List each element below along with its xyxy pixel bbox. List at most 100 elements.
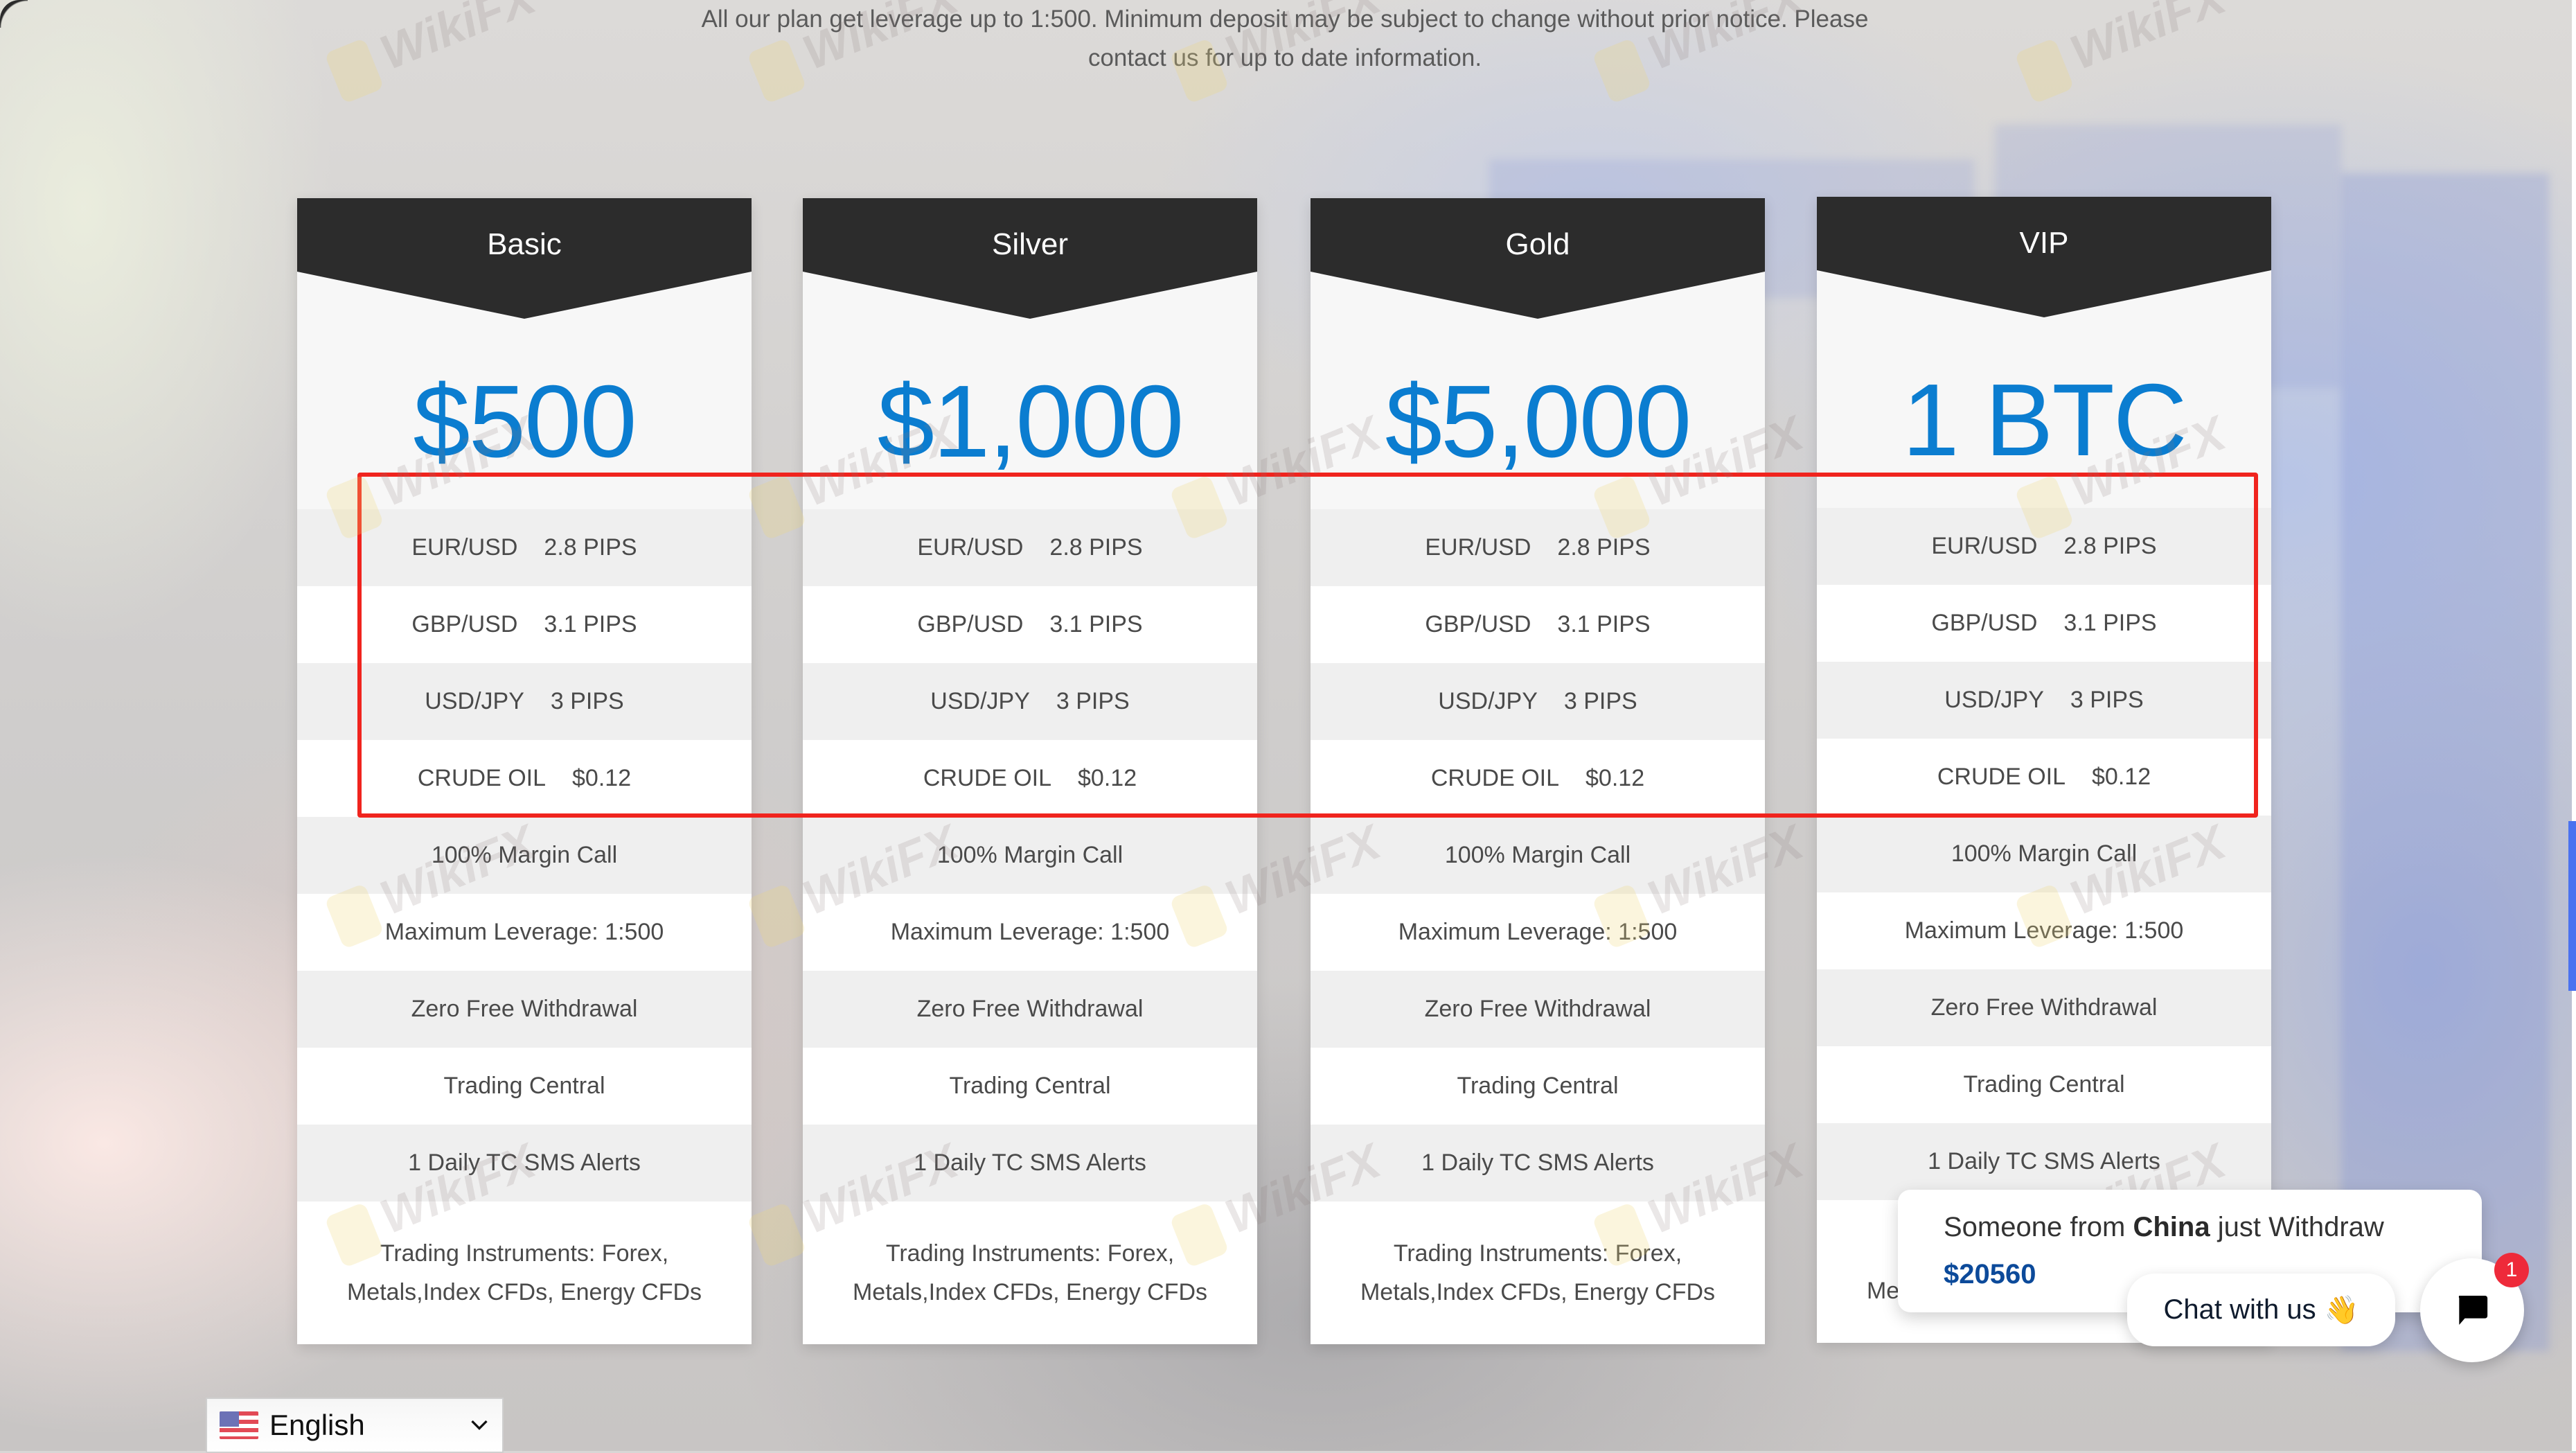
plan-price: $1,000 xyxy=(877,364,1184,479)
feature-row: Trading Central xyxy=(803,1048,1257,1125)
chat-label: Chat with us xyxy=(2163,1294,2316,1325)
feature-row: Trading Central xyxy=(1311,1048,1765,1125)
spread-row: CRUDE OIL $0.12 xyxy=(1311,740,1765,817)
plan-name: Silver xyxy=(991,227,1069,261)
spread-value: 3.1 PIPS xyxy=(2063,610,2157,636)
plan-card-gold: Gold $5,000 EUR/USD 2.8 PIPS GBP/USD 3.1 PIPS… xyxy=(1311,198,1765,1344)
spread-pair: EUR/USD xyxy=(917,534,1024,561)
spread-row: EUR/USD 2.8 PIPS xyxy=(1311,509,1765,586)
spread-pair: USD/JPY xyxy=(1944,687,2044,713)
instruments-row: Trading Instruments: Forex, Metals,Index… xyxy=(297,1201,752,1344)
spread-pair: GBP/USD xyxy=(411,611,518,637)
notification-suffix: just Withdraw xyxy=(2217,1212,2384,1242)
instruments-row: Trading Instruments: Forex, Metals,Index… xyxy=(803,1201,1257,1344)
plan-price: $5,000 xyxy=(1385,364,1692,479)
feature-row: 100% Margin Call xyxy=(297,817,752,894)
notification-message: Someone from China just Withdraw xyxy=(1944,1212,2384,1243)
spread-row: GBP/USD 3.1 PIPS xyxy=(1817,585,2271,662)
plan-features: EUR/USD 2.8 PIPS GBP/USD 3.1 PIPS USD/JPY 3 P… xyxy=(297,509,752,1344)
spread-row: USD/JPY 3 PIPS xyxy=(1311,663,1765,740)
waving-hand-icon: 👋 xyxy=(2324,1295,2359,1326)
spread-pair: GBP/USD xyxy=(1931,610,2038,636)
spread-value: $0.12 xyxy=(2092,764,2151,790)
scrollbar-thumb[interactable] xyxy=(2568,821,2576,991)
spread-pair: CRUDE OIL xyxy=(1937,764,2066,790)
spread-value: 2.8 PIPS xyxy=(1049,534,1143,561)
plan-header: Silver xyxy=(803,198,1257,319)
spread-value: 2.8 PIPS xyxy=(2063,533,2157,559)
notice-line-1: All our plan get leverage up to 1:500. M… xyxy=(701,6,1869,33)
spread-row: USD/JPY 3 PIPS xyxy=(803,663,1257,740)
spread-row: EUR/USD 2.8 PIPS xyxy=(1817,508,2271,585)
notification-country: China xyxy=(2133,1212,2210,1242)
feature-row: Zero Free Withdrawal xyxy=(1311,971,1765,1048)
plans-notice: All our plan get leverage up to 1:500. M… xyxy=(610,0,1960,78)
spread-pair: USD/JPY xyxy=(425,688,524,714)
plan-card-basic: Basic $500 EUR/USD 2.8 PIPS GBP/USD 3.1 PIPS U… xyxy=(297,198,752,1344)
feature-row: 100% Margin Call xyxy=(1311,817,1765,894)
feature-row: 1 Daily TC SMS Alerts xyxy=(1817,1123,2271,1200)
language-selector[interactable]: English xyxy=(206,1398,504,1453)
unread-badge: 1 xyxy=(2494,1253,2529,1287)
feature-row: Trading Central xyxy=(1817,1046,2271,1123)
plan-name: Basic xyxy=(487,227,562,261)
spread-value: 3.1 PIPS xyxy=(1049,611,1143,637)
spread-row: GBP/USD 3.1 PIPS xyxy=(803,586,1257,663)
notice-line-2: contact us for up to date information. xyxy=(1087,44,1482,71)
spread-row: CRUDE OIL $0.12 xyxy=(1817,739,2271,816)
spread-pair: EUR/USD xyxy=(1425,534,1531,561)
chevron-down-icon xyxy=(471,1420,488,1430)
feature-row: Maximum Leverage: 1:500 xyxy=(803,894,1257,971)
spread-row: USD/JPY 3 PIPS xyxy=(1817,662,2271,739)
plan-price: 1 BTC xyxy=(1902,363,2187,477)
plan-features: EUR/USD 2.8 PIPS GBP/USD 3.1 PIPS USD/JPY 3 P… xyxy=(1311,509,1765,1344)
plan-card-vip: VIP 1 BTC EUR/USD 2.8 PIPS GBP/USD 3.1 PIPS US… xyxy=(1817,197,2271,1343)
feature-row: 1 Daily TC SMS Alerts xyxy=(297,1125,752,1201)
plan-price: $500 xyxy=(413,364,637,479)
spread-pair: USD/JPY xyxy=(930,688,1030,714)
spread-value: $0.12 xyxy=(1585,765,1645,791)
plan-header: Gold xyxy=(1311,198,1765,319)
spread-value: 3.1 PIPS xyxy=(1557,611,1651,637)
spread-pair: CRUDE OIL xyxy=(417,765,547,791)
plan-features: EUR/USD 2.8 PIPS GBP/USD 3.1 PIPS USD/JPY 3 P… xyxy=(803,509,1257,1344)
spread-value: 2.8 PIPS xyxy=(544,534,637,561)
plan-header: VIP xyxy=(1817,197,2271,317)
chat-with-us-button[interactable]: Chat with us 👋 xyxy=(2127,1274,2395,1346)
plan-card-silver: Silver $1,000 EUR/USD 2.8 PIPS GBP/USD 3.1 PI… xyxy=(803,198,1257,1344)
feature-row: Maximum Leverage: 1:500 xyxy=(1311,894,1765,971)
spread-row: GBP/USD 3.1 PIPS xyxy=(1311,586,1765,663)
plan-name: Gold xyxy=(1505,227,1570,261)
language-label: English xyxy=(269,1409,365,1441)
spread-value: 3 PIPS xyxy=(550,688,624,714)
spread-pair: CRUDE OIL xyxy=(1430,765,1560,791)
spread-value: $0.12 xyxy=(1078,765,1137,791)
spread-value: 3 PIPS xyxy=(2070,687,2144,713)
feature-row: Maximum Leverage: 1:500 xyxy=(297,894,752,971)
spread-pair: EUR/USD xyxy=(1931,533,2038,559)
feature-row: 100% Margin Call xyxy=(1817,816,2271,892)
feature-row: Zero Free Withdrawal xyxy=(1817,969,2271,1046)
chat-bubble-icon xyxy=(2458,1296,2488,1325)
notification-amount: $20560 xyxy=(1944,1259,2036,1289)
plan-name: VIP xyxy=(2019,226,2069,260)
spread-pair: CRUDE OIL xyxy=(923,765,1052,791)
spread-row: USD/JPY 3 PIPS xyxy=(297,663,752,740)
page-edge xyxy=(2572,0,2576,1451)
plan-header: Basic xyxy=(297,198,752,319)
spread-row: GBP/USD 3.1 PIPS xyxy=(297,586,752,663)
notification-prefix: Someone from xyxy=(1944,1212,2126,1242)
spread-value: 3 PIPS xyxy=(1056,688,1130,714)
spread-row: CRUDE OIL $0.12 xyxy=(297,740,752,817)
spread-pair: GBP/USD xyxy=(1425,611,1531,637)
feature-row: Zero Free Withdrawal xyxy=(803,971,1257,1048)
spread-value: 2.8 PIPS xyxy=(1557,534,1651,561)
spread-value: $0.12 xyxy=(572,765,632,791)
feature-row: 1 Daily TC SMS Alerts xyxy=(803,1125,1257,1201)
instruments-row: Trading Instruments: Forex, Metals,Index… xyxy=(1311,1201,1765,1344)
feature-row: Trading Central xyxy=(297,1048,752,1125)
spread-row: EUR/USD 2.8 PIPS xyxy=(297,509,752,586)
feature-row: 1 Daily TC SMS Alerts xyxy=(1311,1125,1765,1201)
feature-row: 100% Margin Call xyxy=(803,817,1257,894)
spread-pair: USD/JPY xyxy=(1438,688,1538,714)
